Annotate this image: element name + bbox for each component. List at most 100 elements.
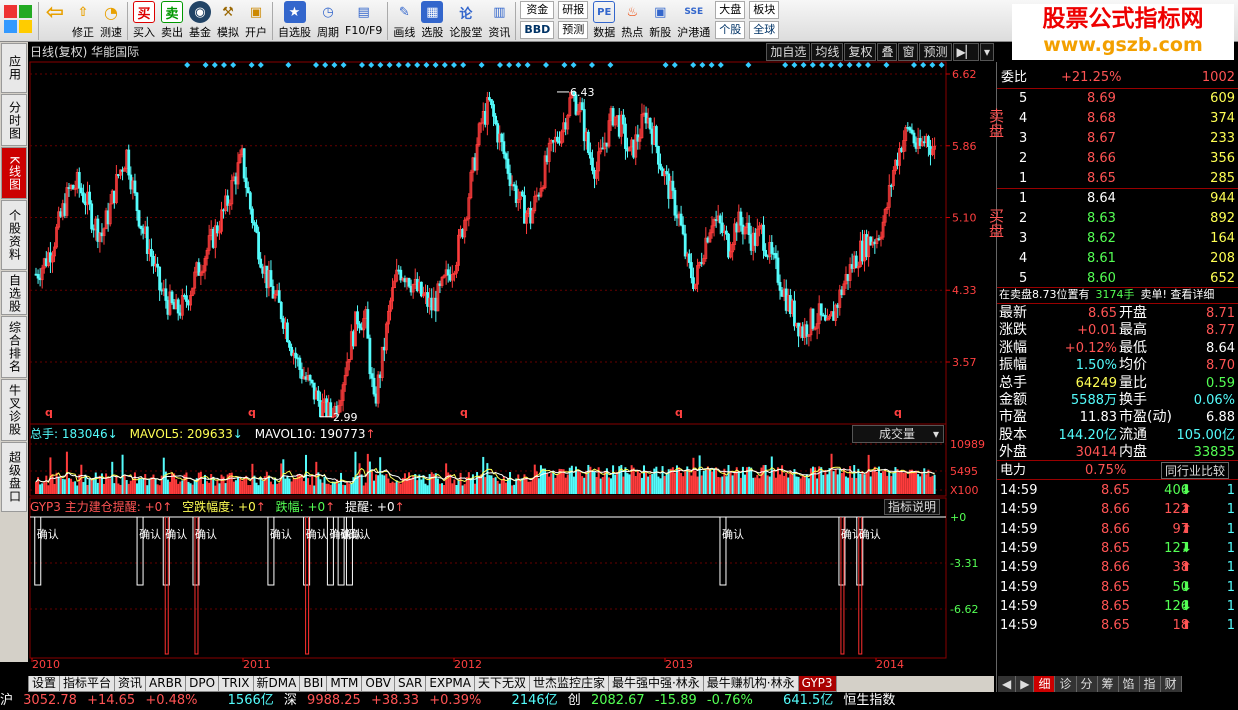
toolbar-item-1[interactable]: ◔ 测速 [97, 0, 125, 42]
volume-bar[interactable] [98, 475, 101, 494]
volume-bar[interactable] [146, 485, 149, 494]
volume-bar[interactable] [59, 475, 62, 494]
volume-bar[interactable] [201, 483, 204, 494]
volume-bar[interactable] [579, 472, 582, 494]
volume-bar[interactable] [488, 475, 491, 494]
candle-body[interactable] [88, 191, 91, 205]
volume-bar[interactable] [340, 472, 343, 494]
volume-bar[interactable] [321, 482, 324, 494]
right-tab-0[interactable]: 细 [1034, 676, 1056, 692]
volume-bar[interactable] [375, 474, 378, 494]
volume-bar[interactable] [525, 477, 528, 494]
volume-bar[interactable] [711, 471, 714, 494]
volume-bar[interactable] [158, 485, 161, 494]
volume-bar[interactable] [140, 478, 143, 494]
toolbar-item-3[interactable]: 卖卖出 [158, 0, 186, 42]
volume-bar[interactable] [915, 470, 918, 494]
volume-bar[interactable] [659, 478, 662, 494]
volume-bar[interactable] [634, 476, 637, 494]
volume-bar[interactable] [177, 483, 180, 494]
volume-bar[interactable] [498, 483, 501, 494]
candle-body[interactable] [368, 337, 372, 375]
volume-bar[interactable] [811, 466, 814, 494]
right-tab-3[interactable]: 筹 [1097, 676, 1119, 692]
volume-bar[interactable] [117, 483, 120, 494]
volume-bar[interactable] [566, 474, 569, 494]
candle-body[interactable] [679, 213, 683, 226]
left-tab-0[interactable]: 应用 [1, 43, 27, 93]
volume-bar[interactable] [731, 475, 734, 494]
event-diamond-icon[interactable] [855, 62, 862, 68]
candle-body[interactable] [246, 187, 250, 194]
candle-body[interactable] [739, 211, 743, 226]
volume-bar[interactable] [354, 451, 357, 494]
peer-compare-button[interactable]: 同行业比较 [1161, 462, 1230, 479]
volume-bar[interactable] [74, 481, 77, 494]
volume-bar[interactable] [403, 473, 406, 494]
candle-body[interactable] [137, 210, 141, 227]
event-diamond-icon[interactable] [359, 62, 365, 68]
volume-bar[interactable] [368, 461, 371, 494]
event-diamond-icon[interactable] [423, 62, 430, 68]
volume-bar[interactable] [828, 468, 831, 494]
right-tab-4[interactable]: 馅 [1118, 676, 1140, 692]
volume-bar[interactable] [90, 478, 93, 494]
volume-bar[interactable] [484, 477, 487, 494]
volume-bar[interactable] [725, 476, 728, 494]
volume-bar[interactable] [150, 477, 153, 494]
volume-bar[interactable] [610, 478, 613, 494]
candle-body[interactable] [621, 114, 625, 125]
candle-body[interactable] [689, 262, 693, 279]
volume-bar[interactable] [189, 483, 192, 494]
volume-bar[interactable] [185, 472, 188, 494]
volume-bar[interactable] [208, 482, 211, 494]
volume-bar[interactable] [649, 474, 652, 494]
event-diamond-icon[interactable] [460, 62, 467, 68]
volume-bar[interactable] [519, 480, 522, 494]
volume-bar[interactable] [492, 477, 495, 494]
candle-body[interactable] [687, 253, 691, 263]
volume-bar[interactable] [311, 475, 314, 494]
volume-bar[interactable] [51, 474, 54, 494]
volume-bar[interactable] [362, 485, 365, 494]
volume-bar[interactable] [509, 472, 512, 494]
volume-bar[interactable] [486, 463, 489, 494]
volume-bar[interactable] [651, 473, 654, 494]
indicator-tab-13[interactable]: 世杰监控庄家 [528, 676, 609, 692]
volume-bar[interactable] [53, 483, 56, 494]
candle-body[interactable] [556, 136, 559, 142]
q-marker[interactable]: q [675, 406, 683, 419]
volume-bar[interactable] [721, 476, 724, 494]
volume-bar[interactable] [504, 482, 507, 494]
volume-bar[interactable] [842, 468, 845, 494]
volume-bar[interactable] [756, 474, 759, 494]
volume-bar[interactable] [455, 485, 458, 494]
q-marker[interactable]: q [248, 406, 256, 419]
volume-bar[interactable] [224, 483, 227, 494]
event-diamond-icon[interactable] [828, 62, 835, 68]
volume-bar[interactable] [680, 472, 683, 494]
event-diamond-icon[interactable] [800, 62, 807, 68]
volume-bar[interactable] [232, 481, 235, 494]
volume-bar[interactable] [661, 466, 664, 494]
candle-body[interactable] [681, 224, 685, 235]
toolbar-item-12[interactable]: 论论股堂 [446, 0, 485, 42]
event-diamond-icon[interactable] [671, 62, 678, 68]
indicator-tab-3[interactable]: ARBR [145, 676, 187, 692]
event-diamond-icon[interactable] [883, 62, 890, 68]
event-diamond-icon[interactable] [690, 62, 697, 68]
candle-body[interactable] [764, 249, 767, 257]
volume-bar[interactable] [385, 474, 388, 494]
volume-bar[interactable] [370, 471, 373, 494]
volume-bar[interactable] [601, 477, 604, 494]
indicator-tab-5[interactable]: TRIX [218, 676, 254, 692]
volume-bar[interactable] [337, 483, 340, 494]
volume-bar[interactable] [779, 474, 782, 494]
volume-bar[interactable] [473, 483, 476, 494]
event-diamond-icon[interactable] [607, 62, 614, 68]
volume-bar[interactable] [408, 472, 411, 494]
event-diamond-icon[interactable] [543, 62, 549, 68]
candle-body[interactable] [294, 352, 298, 359]
volume-bar[interactable] [797, 476, 800, 494]
volume-bar[interactable] [476, 472, 479, 494]
